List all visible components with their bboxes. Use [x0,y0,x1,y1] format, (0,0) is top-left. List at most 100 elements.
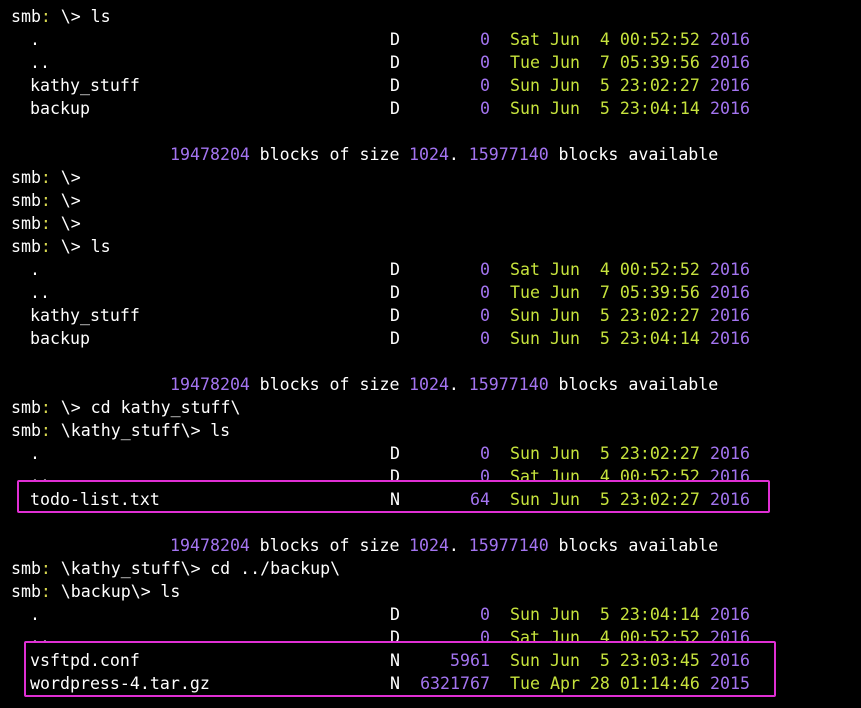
entry-size: 0 [480,444,490,463]
prompt-path: \> [60,7,81,26]
blocks-text: blocks of size [259,145,400,164]
entry-attribute: D [390,283,400,302]
entry-date: Tue Jun 7 05:39:56 [510,283,700,302]
blocks-available-count: 15977140 [468,375,549,394]
prompt-label: smb [11,214,41,233]
prompt-colon: : [40,237,51,256]
entry-year: 2016 [710,76,750,95]
directory-entry: kathy_stuff D 0 Sun Jun 5 23:02:27 2016 [0,304,861,327]
blocks-summary: 19478204 blocks of size 1024. 15977140 block… [0,143,861,166]
entry-name: . [30,30,40,49]
entry-attribute: D [390,260,400,279]
entry-size: 0 [480,260,490,279]
prompt-path: \> [60,237,81,256]
entry-name: backup [30,99,90,118]
prompt-path: \> [60,168,81,187]
blocks-summary: 19478204 blocks of size 1024. 15977140 block… [0,534,861,557]
directory-entry: backup D 0 Sun Jun 5 23:04:14 2016 [0,97,861,120]
entry-name: .. [30,283,50,302]
prompt-label: smb [11,237,41,256]
blocks-available-text: blocks available [558,145,719,164]
prompt-label: smb [11,582,41,601]
block-count: 19478204 [170,145,250,164]
entry-name: . [30,605,40,624]
blocks-available-text: blocks available [558,375,719,394]
entry-attribute: D [390,53,400,72]
entry-attribute: D [390,605,400,624]
prompt-path: \> [60,398,81,417]
prompt-path: \> [60,214,81,233]
prompt-label: smb [11,191,41,210]
entry-name: kathy_stuff [30,306,140,325]
blocks-text: blocks of size [259,375,400,394]
entry-size: 0 [480,329,490,348]
prompt-label: smb [11,421,41,440]
prompt-command: ls [90,7,111,26]
entry-date: Sun Jun 5 23:04:14 [510,99,700,118]
prompt-command: cd ../backup\ [210,559,341,578]
entry-name: .. [30,53,50,72]
blocks-dot: . [448,375,459,394]
entry-year: 2016 [710,605,750,624]
entry-name: . [30,444,40,463]
prompt-label: smb [11,398,41,417]
prompt-colon: : [40,421,51,440]
prompt-command: cd kathy_stuff\ [90,398,241,417]
entry-size: 0 [480,605,490,624]
terminal-window[interactable]: smb: \> ls. D 0 Sat Jun 4 00:52:52 2016.. D 0 Tue… [0,0,861,708]
entry-year: 2016 [710,99,750,118]
prompt-colon: : [40,582,51,601]
directory-entry: kathy_stuff D 0 Sun Jun 5 23:02:27 2016 [0,74,861,97]
directory-entry: . D 0 Sun Jun 5 23:02:27 2016 [0,442,861,465]
prompt-line: smb: \kathy_stuff\> cd ../backup\ [0,557,861,580]
prompt-line: smb: \> ls [0,5,861,28]
entry-size: 0 [480,306,490,325]
prompt-line: smb: \> [0,189,861,212]
directory-entry: .. D 0 Tue Jun 7 05:39:56 2016 [0,281,861,304]
directory-entry: . D 0 Sat Jun 4 00:52:52 2016 [0,258,861,281]
entry-year: 2016 [710,260,750,279]
directory-entry: .. D 0 Tue Jun 7 05:39:56 2016 [0,51,861,74]
prompt-line: smb: \> ls [0,235,861,258]
entry-date: Sun Jun 5 23:02:27 [510,306,700,325]
entry-attribute: D [390,306,400,325]
prompt-line: smb: \> [0,166,861,189]
prompt-line: smb: \> [0,212,861,235]
blocks-available-text: blocks available [558,536,719,555]
entry-year: 2016 [710,53,750,72]
entry-year: 2016 [710,444,750,463]
entry-size: 0 [480,76,490,95]
entry-year: 2016 [710,283,750,302]
blocks-available-count: 15977140 [468,536,549,555]
prompt-command: ls [90,237,111,256]
entry-size: 0 [480,283,490,302]
prompt-path: \> [60,191,81,210]
todo-list-highlight [17,480,770,513]
entry-year: 2016 [710,30,750,49]
entry-size: 0 [480,30,490,49]
entry-date: Tue Jun 7 05:39:56 [510,53,700,72]
entry-attribute: D [390,329,400,348]
prompt-line: smb: \kathy_stuff\> ls [0,419,861,442]
entry-year: 2016 [710,306,750,325]
block-count: 19478204 [170,375,250,394]
entry-attribute: D [390,76,400,95]
prompt-line: smb: \backup\> ls [0,580,861,603]
prompt-label: smb [11,168,41,187]
prompt-command: ls [160,582,181,601]
entry-date: Sun Jun 5 23:04:14 [510,605,700,624]
blocks-dot: . [448,536,459,555]
prompt-command: ls [210,421,231,440]
prompt-path: \kathy_stuff\> [60,421,201,440]
block-size: 1024 [409,375,449,394]
directory-entry: . D 0 Sun Jun 5 23:04:14 2016 [0,603,861,626]
block-count: 19478204 [170,536,250,555]
entry-date: Sat Jun 4 00:52:52 [510,260,700,279]
backup-files-highlight [24,641,776,697]
entry-size: 0 [480,53,490,72]
directory-entry: . D 0 Sat Jun 4 00:52:52 2016 [0,28,861,51]
blocks-available-count: 15977140 [468,145,549,164]
blocks-summary: 19478204 blocks of size 1024. 15977140 block… [0,373,861,396]
